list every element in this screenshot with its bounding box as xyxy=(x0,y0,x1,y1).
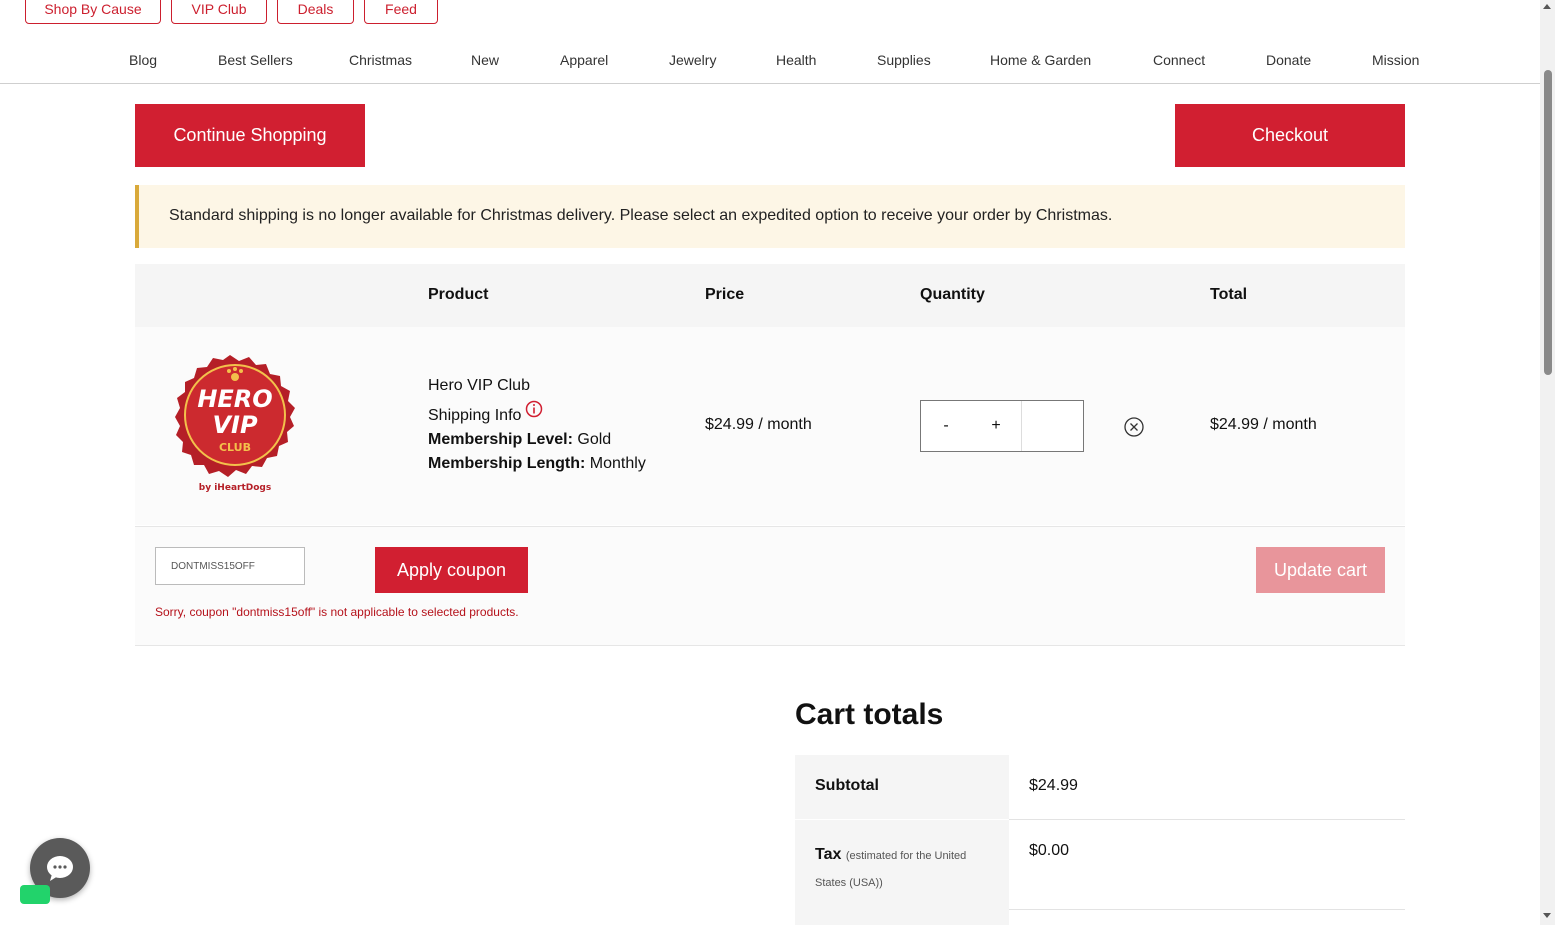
quantity-plus-button[interactable]: + xyxy=(971,401,1022,451)
pill-deals[interactable]: Deals xyxy=(277,0,354,24)
nav-apparel[interactable]: Apparel xyxy=(560,52,608,68)
scroll-down-arrow-icon[interactable] xyxy=(1543,913,1551,918)
shipping-info[interactable]: Shipping Info xyxy=(428,400,543,425)
pill-feed[interactable]: Feed xyxy=(364,0,438,24)
shipping-info-label: Shipping Info xyxy=(428,407,522,424)
quantity-stepper: - + xyxy=(920,400,1084,452)
header-price: Price xyxy=(705,286,745,303)
coupon-error-message: Sorry, coupon "dontmiss15off" is not app… xyxy=(155,605,519,619)
nav-new[interactable]: New xyxy=(471,52,499,68)
svg-text:VIP: VIP xyxy=(212,411,258,439)
nav-jewelry[interactable]: Jewelry xyxy=(669,52,716,68)
svg-text:HERO: HERO xyxy=(197,385,272,413)
continue-shopping-button[interactable]: Continue Shopping xyxy=(135,104,365,167)
shipping-notice: Standard shipping is no longer available… xyxy=(135,185,1405,248)
quantity-minus-button[interactable]: - xyxy=(921,401,971,451)
subtotal-label-cell: Subtotal xyxy=(795,755,1009,819)
nav-health[interactable]: Health xyxy=(776,52,816,68)
quantity-input[interactable] xyxy=(1022,401,1083,451)
subtotal-label: Subtotal xyxy=(815,777,879,794)
scroll-up-arrow-icon[interactable] xyxy=(1543,4,1551,9)
update-cart-button[interactable]: Update cart xyxy=(1256,547,1385,593)
tax-label: Tax xyxy=(815,846,842,863)
nav-donate[interactable]: Donate xyxy=(1266,52,1311,68)
coupon-input[interactable]: DONTMISS15OFF xyxy=(155,547,305,585)
header-product: Product xyxy=(428,286,489,303)
subtotal-value: $24.99 xyxy=(1029,777,1078,794)
item-price: $24.99 / month xyxy=(705,416,812,433)
scrollbar-thumb[interactable] xyxy=(1544,70,1552,375)
nav-mission[interactable]: Mission xyxy=(1372,52,1419,68)
membership-length-value: Monthly xyxy=(589,455,646,472)
nav-best-sellers[interactable]: Best Sellers xyxy=(218,52,293,68)
cart-item-row: HERO VIP CLUB by iHeartDogs Hero VIP Clu… xyxy=(135,327,1405,525)
checkout-button[interactable]: Checkout xyxy=(1175,104,1405,167)
svg-text:by iHeartDogs: by iHeartDogs xyxy=(199,483,271,493)
membership-level: Membership Level: Gold xyxy=(428,431,611,449)
hero-vip-badge-icon: HERO VIP CLUB by iHeartDogs xyxy=(175,355,295,493)
apply-coupon-button[interactable]: Apply coupon xyxy=(375,547,528,593)
membership-length-label: Membership Length: xyxy=(428,455,586,472)
svg-text:CLUB: CLUB xyxy=(219,441,251,454)
nav-christmas[interactable]: Christmas xyxy=(349,52,412,68)
nav-divider xyxy=(0,83,1540,84)
totals-divider xyxy=(1009,819,1405,820)
membership-level-label: Membership Level: xyxy=(428,431,573,448)
nav-connect[interactable]: Connect xyxy=(1153,52,1205,68)
remove-item-icon[interactable] xyxy=(1123,416,1145,438)
pill-vip-club[interactable]: VIP Club xyxy=(171,0,267,24)
page-scrollbar[interactable] xyxy=(1540,0,1555,925)
cart-totals-title: Cart totals xyxy=(795,698,944,731)
tax-label-cell: Tax (estimated for the United States (US… xyxy=(795,820,1009,925)
nav-home-garden[interactable]: Home & Garden xyxy=(990,52,1091,68)
shipping-notice-text: Standard shipping is no longer available… xyxy=(169,207,1113,224)
header-quantity: Quantity xyxy=(920,286,985,303)
nav-blog[interactable]: Blog xyxy=(129,52,157,68)
chat-status-indicator xyxy=(20,885,50,904)
membership-length: Membership Length: Monthly xyxy=(428,455,646,473)
item-total: $24.99 / month xyxy=(1210,416,1317,433)
coupon-section: DONTMISS15OFF Apply coupon Update cart S… xyxy=(135,526,1405,646)
tax-value: $0.00 xyxy=(1029,842,1070,859)
membership-level-value: Gold xyxy=(577,431,612,448)
nav-supplies[interactable]: Supplies xyxy=(877,52,931,68)
info-icon[interactable] xyxy=(525,400,543,418)
totals-divider-2 xyxy=(1009,909,1405,910)
product-name[interactable]: Hero VIP Club xyxy=(428,377,530,395)
header-total: Total xyxy=(1210,286,1248,303)
cart-table-header: Product Price Quantity Total xyxy=(135,264,1405,327)
product-image[interactable]: HERO VIP CLUB by iHeartDogs xyxy=(160,347,310,497)
pill-shop-by-cause[interactable]: Shop By Cause xyxy=(25,0,161,24)
